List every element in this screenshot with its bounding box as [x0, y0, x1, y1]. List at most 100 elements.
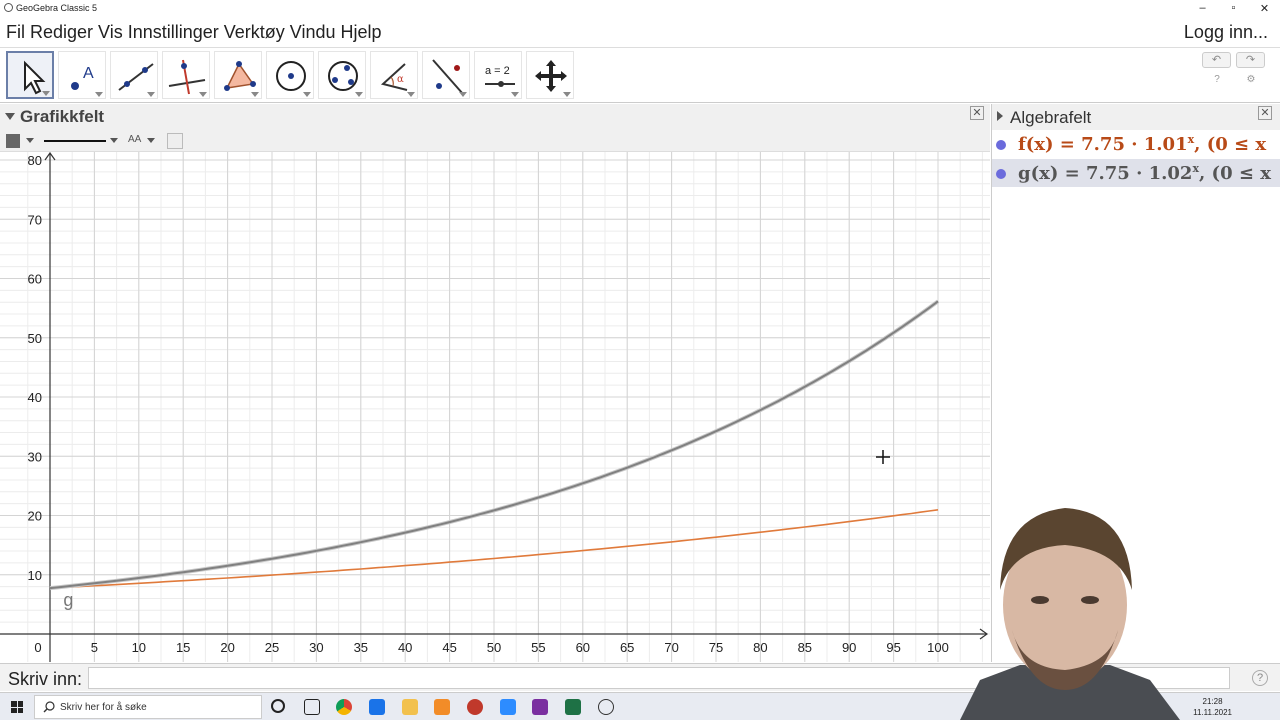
file-explorer-icon[interactable] — [402, 699, 418, 715]
y-tick-label: 30 — [28, 449, 42, 464]
search-icon — [43, 701, 55, 713]
y-tick-label: 40 — [28, 390, 42, 405]
task-view-icon[interactable] — [304, 699, 320, 715]
angle-tool-button[interactable]: α — [370, 51, 418, 99]
window-controls: – ▫ ✕ — [1187, 0, 1280, 16]
menu-vis[interactable]: Vis — [98, 22, 123, 43]
taskbar-search-box[interactable]: Skriv her for å søke — [34, 695, 262, 719]
cortana-icon[interactable] — [271, 699, 285, 713]
point-icon: A — [71, 65, 94, 90]
svg-text:α: α — [397, 74, 404, 85]
undo-redo-area: ↶ ↷ ? ⚙ — [1202, 52, 1266, 92]
y-tick-label: 50 — [28, 331, 42, 346]
x-tick-label: 30 — [309, 640, 323, 655]
x-tick-label: 65 — [620, 640, 634, 655]
curve-label-g: g — [63, 590, 73, 610]
onenote-icon[interactable] — [532, 699, 548, 715]
app-icon-red[interactable] — [467, 699, 483, 715]
x-tick-label: 10 — [132, 640, 146, 655]
algebra-row-f[interactable]: f(x) = 7.75 · 1.01x, (0 ≤ x — [992, 130, 1280, 158]
zoom-icon[interactable] — [500, 699, 516, 715]
graphics-close-button[interactable]: ✕ — [970, 106, 984, 120]
x-tick-label: 5 — [91, 640, 98, 655]
help-icon[interactable]: ? — [1210, 74, 1224, 88]
move-arrows-icon — [535, 60, 567, 92]
algebra-view-title: Algebrafelt — [1010, 108, 1092, 127]
algebra-expression-g[interactable]: g(x) = 7.75 · 1.02x, (0 ≤ x — [1018, 162, 1271, 184]
y-tick-label: 10 — [28, 568, 42, 583]
geogebra-taskbar-icon[interactable] — [598, 699, 614, 715]
input-help-icon[interactable]: ? — [1252, 670, 1268, 686]
close-window-button[interactable]: ✕ — [1249, 0, 1280, 16]
toolbar: A α a = 2 ↶ ↷ ? ⚙ — [0, 47, 1280, 103]
x-tick-label: 45 — [442, 640, 456, 655]
menu-fil[interactable]: Fil — [6, 22, 25, 43]
menu-vindu[interactable]: Vindu — [290, 22, 336, 43]
input-label: Skriv inn: — [8, 669, 83, 689]
line-style-swatch[interactable] — [44, 140, 106, 142]
x-tick-label: 85 — [798, 640, 812, 655]
x-tick-label: 55 — [531, 640, 545, 655]
perpendicular-tool-button[interactable] — [162, 51, 210, 99]
minimize-button[interactable]: – — [1187, 0, 1218, 16]
visibility-toggle-f[interactable] — [996, 140, 1006, 150]
x-tick-label: 35 — [354, 640, 368, 655]
lock-icon[interactable] — [167, 133, 183, 149]
circle-three-points-icon — [328, 61, 358, 91]
move-tool-button[interactable] — [6, 51, 54, 99]
slider-icon: a = 2 — [485, 65, 515, 87]
graphics-view-header: Grafikkfelt ✕ — [0, 104, 990, 130]
label-style-button[interactable]: AA — [128, 134, 141, 145]
menu-rediger[interactable]: Rediger — [30, 22, 93, 43]
algebra-close-button[interactable]: ✕ — [1258, 106, 1272, 120]
color-swatch[interactable] — [6, 134, 20, 148]
x-tick-label: 20 — [220, 640, 234, 655]
collapse-arrow-icon[interactable] — [5, 113, 15, 120]
settings-gear-icon[interactable]: ⚙ — [1244, 74, 1258, 88]
media-player-icon[interactable] — [369, 699, 385, 715]
x-tick-label: 95 — [886, 640, 900, 655]
office-icon[interactable] — [434, 699, 450, 715]
line-style-dropdown-icon[interactable] — [110, 138, 118, 143]
algebra-expression-f[interactable]: f(x) = 7.75 · 1.01x, (0 ≤ x — [1018, 133, 1266, 155]
reflect-tool-button[interactable] — [422, 51, 470, 99]
slider-tool-button[interactable]: a = 2 — [474, 51, 522, 99]
expand-arrow-icon[interactable] — [997, 111, 1003, 121]
algebra-view-header: Algebrafelt ✕ — [991, 104, 1280, 130]
visibility-toggle-g[interactable] — [996, 169, 1006, 179]
login-link[interactable]: Logg inn... — [1184, 22, 1268, 43]
x-tick-label: 15 — [176, 640, 190, 655]
menu-innstillinger[interactable]: Innstillinger — [128, 22, 219, 43]
menu-verktoy[interactable]: Verktøy — [224, 22, 285, 43]
webcam-presenter-overlay — [960, 508, 1180, 720]
windows-start-icon[interactable] — [11, 701, 23, 713]
label-style-dropdown-icon[interactable] — [147, 138, 155, 143]
x-tick-label: 90 — [842, 640, 856, 655]
line-tool-button[interactable] — [110, 51, 158, 99]
point-tool-button[interactable]: A — [58, 51, 106, 99]
polygon-tool-button[interactable] — [214, 51, 262, 99]
chrome-icon[interactable] — [336, 699, 352, 715]
polygon-icon — [224, 61, 256, 91]
color-dropdown-icon[interactable] — [26, 138, 34, 143]
line-through-points-icon — [118, 63, 154, 91]
graphics-view-title: Grafikkfelt — [20, 107, 105, 126]
circle-3points-tool-button[interactable] — [318, 51, 366, 99]
function-graph[interactable]: 0 5 10 15 20 25 30 35 40 45 50 55 60 65 70 75 80 85 90 95 10… — [0, 151, 990, 662]
graphics-view[interactable]: 0 5 10 15 20 25 30 35 40 45 50 55 60 65 70 75 80 85 90 95 10… — [0, 151, 990, 662]
undo-button[interactable]: ↶ — [1202, 52, 1231, 68]
redo-button[interactable]: ↷ — [1236, 52, 1265, 68]
y-tick-label: 20 — [28, 509, 42, 524]
circle-center-tool-button[interactable] — [266, 51, 314, 99]
algebra-row-g[interactable]: g(x) = 7.75 · 1.02x, (0 ≤ x — [992, 159, 1280, 187]
menu-hjelp[interactable]: Hjelp — [341, 22, 382, 43]
x-tick-label: 40 — [398, 640, 412, 655]
move-graphics-tool-button[interactable] — [526, 51, 574, 99]
circle-center-icon — [276, 61, 306, 91]
x-tick-label: 75 — [709, 640, 723, 655]
reflect-about-line-icon — [432, 59, 464, 95]
excel-icon[interactable] — [565, 699, 581, 715]
restore-button[interactable]: ▫ — [1218, 0, 1249, 16]
x-tick-label: 60 — [576, 640, 590, 655]
x-tick-label: 25 — [265, 640, 279, 655]
